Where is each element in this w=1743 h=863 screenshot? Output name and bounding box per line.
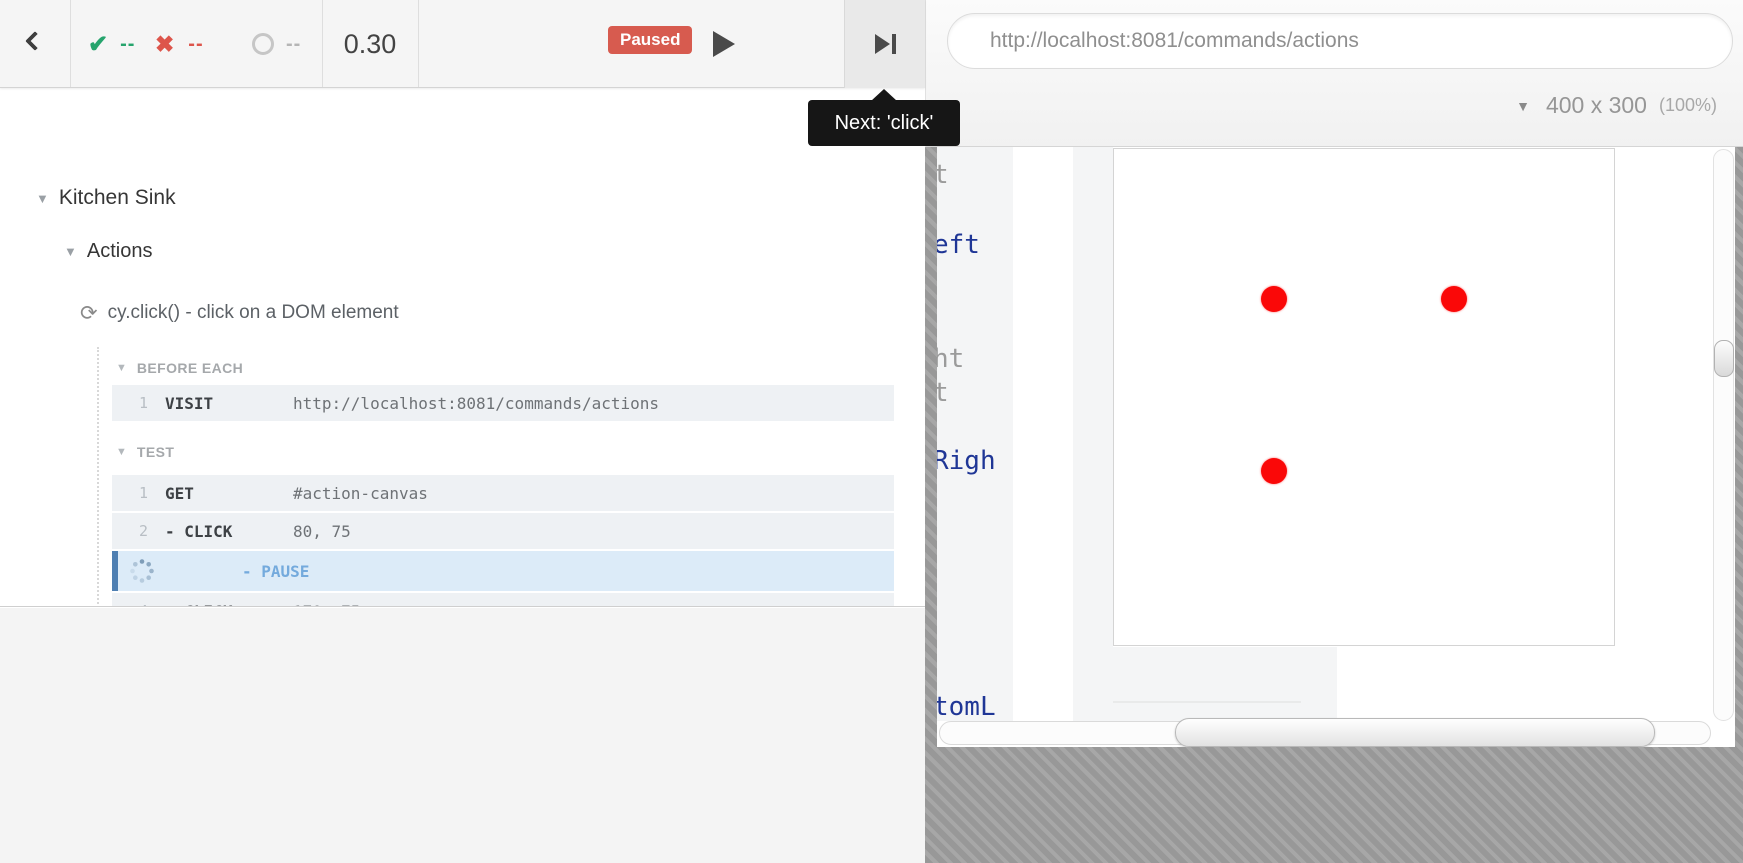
caret-down-icon: ▼ [116, 446, 127, 458]
command-method: - CLICK [165, 602, 293, 608]
step-forward-icon-bar [892, 34, 896, 54]
hook-before-each[interactable]: ▼ BEFORE EACH [116, 357, 243, 379]
command-method: VISIT [165, 394, 293, 413]
next-step-button[interactable] [844, 0, 925, 88]
hook-label: BEFORE EACH [137, 360, 243, 376]
toolbar-divider [70, 0, 71, 87]
suite-actions[interactable]: ▼ Actions [64, 236, 152, 266]
hook-label: TEST [137, 444, 174, 460]
test-cy-click[interactable]: ⟳ cy.click() - click on a DOM element [80, 299, 399, 327]
stat-pending: -- [252, 0, 301, 88]
command-number: 1 [112, 484, 148, 502]
command-visit[interactable]: 1 VISIT http://localhost:8081/commands/a… [112, 385, 894, 421]
before-each-commands: 1 VISIT http://localhost:8081/commands/a… [112, 385, 894, 423]
aut-iframe: t eft ht t Righ tomL [937, 147, 1735, 747]
page-code-column [1073, 147, 1113, 647]
page-link-fragment[interactable]: Righ [937, 446, 996, 476]
test-indent-line [97, 347, 99, 607]
url-bar[interactable]: http://localhost:8081/commands/actions [947, 13, 1733, 69]
page-link-fragment[interactable]: tomL [937, 692, 996, 722]
test-timer: 0.30 [322, 0, 418, 88]
page-divider-line [1113, 701, 1301, 703]
stat-failed: ✖ -- [155, 0, 204, 88]
hook-test[interactable]: ▼ TEST [116, 441, 174, 463]
step-forward-icon [875, 34, 890, 54]
command-method: - PAUSE [242, 562, 370, 581]
toolbar-divider [418, 0, 419, 87]
red-click-dot [1261, 286, 1287, 312]
chevron-left-icon [25, 31, 45, 51]
page-section-block [1073, 647, 1337, 722]
command-pause-active[interactable]: - PAUSE [112, 551, 894, 591]
suite-title: Kitchen Sink [59, 186, 176, 210]
page-text-fragment: ht [937, 344, 964, 374]
vertical-scrollbar-thumb[interactable] [1714, 340, 1734, 377]
reporter-empty-area [0, 608, 925, 863]
red-click-dot [1261, 458, 1287, 484]
command-number: 1 [112, 394, 148, 412]
reporter-toolbar: ✔ -- ✖ -- -- 0.30 Paused [0, 0, 925, 88]
test-commands: 1 GET #action-canvas 2 - CLICK 80, 75 - … [112, 475, 894, 607]
next-command-tooltip: Next: 'click' [808, 100, 960, 146]
test-title: cy.click() - click on a DOM element [108, 302, 399, 324]
x-icon: ✖ [155, 31, 174, 58]
back-button[interactable] [0, 0, 70, 88]
command-log: ▼ Kitchen Sink ▼ Actions ⟳ cy.click() - … [0, 89, 925, 607]
red-click-dot [1441, 286, 1467, 312]
viewport-menu[interactable]: ▼ 400 x 300 (100%) [1516, 92, 1717, 119]
viewport-dimensions: 400 x 300 [1546, 92, 1647, 119]
suite-kitchen-sink[interactable]: ▼ Kitchen Sink [36, 183, 176, 213]
command-number: 4 [112, 602, 148, 607]
command-method: - CLICK [165, 522, 293, 541]
viewport-scale: (100%) [1659, 95, 1717, 116]
url-text: http://localhost:8081/commands/actions [990, 29, 1359, 53]
passed-count: -- [120, 33, 135, 56]
page-text-fragment: t [937, 160, 949, 190]
page-link-fragment[interactable]: eft [937, 230, 980, 260]
command-message: #action-canvas [293, 484, 428, 503]
vertical-scrollbar-track[interactable] [1713, 149, 1734, 721]
cypress-runner: ✔ -- ✖ -- -- 0.30 Paused Next: 'click' ▼… [0, 0, 1743, 863]
command-message: 80, 75 [293, 522, 351, 541]
command-get[interactable]: 1 GET #action-canvas [112, 475, 894, 511]
aut-header: http://localhost:8081/commands/actions ▼… [926, 0, 1743, 147]
iframe-stage-hatched: t eft ht t Righ tomL [925, 147, 1743, 863]
caret-down-icon: ▼ [1516, 98, 1530, 114]
paused-badge: Paused [608, 26, 692, 54]
caret-down-icon: ▼ [64, 244, 77, 259]
pending-circle-icon [252, 33, 274, 55]
command-message: 170, 75 [293, 602, 360, 608]
pause-spinner-icon [129, 558, 155, 584]
stat-passed: ✔ -- [88, 0, 135, 88]
caret-down-icon: ▼ [116, 362, 127, 374]
caret-down-icon: ▼ [36, 191, 49, 206]
command-click[interactable]: 4 - CLICK 170, 75 [112, 593, 894, 607]
check-icon: ✔ [88, 30, 108, 59]
command-number: 2 [112, 522, 148, 540]
suite-title: Actions [87, 240, 153, 263]
resume-button[interactable] [698, 18, 750, 70]
command-click[interactable]: 2 - CLICK 80, 75 [112, 513, 894, 549]
play-icon [713, 31, 735, 57]
pending-count: -- [286, 33, 301, 56]
page-text-fragment: t [937, 378, 949, 408]
action-canvas[interactable] [1113, 148, 1615, 646]
command-message: http://localhost:8081/commands/actions [293, 394, 659, 413]
horizontal-scrollbar-thumb[interactable] [1175, 718, 1655, 747]
command-method: GET [165, 484, 293, 503]
failed-count: -- [188, 33, 203, 56]
running-spinner-icon: ⟳ [80, 301, 98, 326]
